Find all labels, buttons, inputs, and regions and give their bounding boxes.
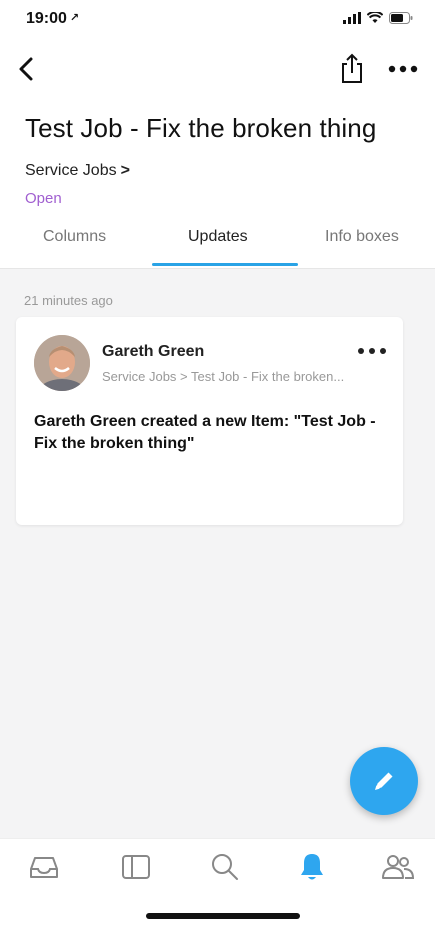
- share-icon: [342, 53, 362, 83]
- location-arrow-icon: ↗: [69, 12, 80, 24]
- update-timestamp: 21 minutes ago: [24, 293, 113, 308]
- tab-people[interactable]: [380, 849, 416, 885]
- tab-search[interactable]: [207, 849, 243, 885]
- tab-columns[interactable]: Columns: [43, 228, 106, 246]
- more-horizontal-icon: [388, 65, 418, 73]
- back-button[interactable]: [12, 54, 42, 84]
- tab-notifications[interactable]: [294, 849, 330, 885]
- author-name[interactable]: Gareth Green: [102, 343, 204, 361]
- update-card[interactable]: Gareth Green Service Jobs > Test Job - F…: [16, 317, 403, 525]
- chevron-left-icon: [19, 57, 33, 81]
- update-message: Gareth Green created a new Item: "Test J…: [34, 413, 376, 452]
- home-indicator[interactable]: [146, 913, 300, 919]
- wifi-icon: [367, 12, 383, 23]
- nav-bar: [0, 48, 435, 92]
- cellular-signal-icon: [343, 12, 361, 24]
- bottom-tab-bar: [0, 838, 435, 925]
- active-tab-indicator: [152, 263, 298, 266]
- item-status[interactable]: Open: [25, 190, 62, 207]
- person-photo-icon: [34, 335, 90, 391]
- search-icon: [212, 854, 238, 880]
- more-horizontal-icon: [358, 348, 386, 354]
- tab-info-boxes[interactable]: Info boxes: [325, 228, 399, 246]
- share-button[interactable]: [337, 52, 367, 84]
- card-more-button[interactable]: [355, 341, 389, 361]
- tab-bar: Columns Updates Info boxes: [0, 218, 435, 269]
- tab-panels[interactable]: [118, 849, 154, 885]
- tab-inbox[interactable]: [26, 849, 62, 885]
- battery-icon: [389, 12, 413, 24]
- status-icons: [343, 12, 413, 24]
- status-time: 19:00 ↗: [26, 10, 80, 27]
- status-bar: 19:00 ↗: [0, 0, 435, 40]
- pencil-icon: [375, 772, 393, 790]
- people-icon: [382, 855, 415, 879]
- more-options-button[interactable]: [385, 54, 421, 84]
- avatar[interactable]: [34, 335, 90, 391]
- chevron-right-icon: >: [120, 162, 130, 179]
- edit-fab-button[interactable]: [350, 747, 418, 815]
- tab-updates[interactable]: Updates: [188, 228, 248, 246]
- item-path[interactable]: Service Jobs > Test Job - Fix the broken…: [102, 369, 394, 384]
- breadcrumb-label: Service Jobs: [25, 162, 117, 179]
- bell-icon: [301, 854, 323, 880]
- inbox-icon: [30, 857, 58, 878]
- item-title: Test Job - Fix the broken thing: [25, 113, 377, 143]
- sidebar-panel-icon: [122, 855, 150, 879]
- breadcrumb[interactable]: Service Jobs >: [25, 162, 130, 180]
